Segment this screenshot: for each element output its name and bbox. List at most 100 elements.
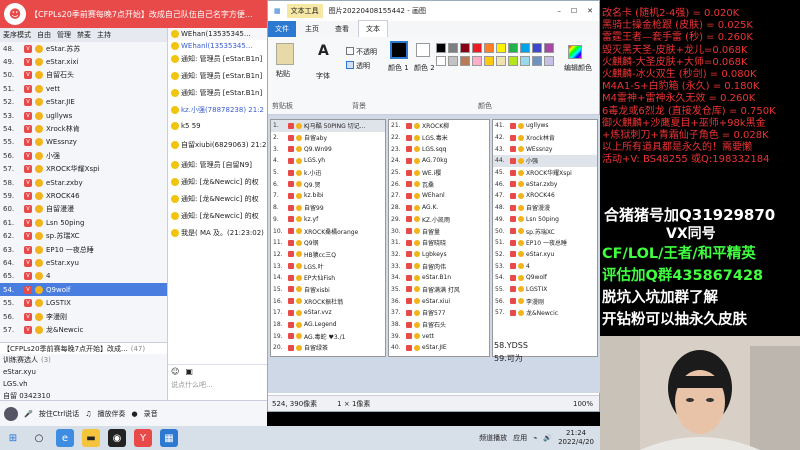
palette-swatch[interactable] [472,43,482,53]
palette-swatch[interactable] [544,56,554,66]
list-item[interactable]: 61. V Lsn 50ping [0,216,167,229]
room-item[interactable]: 训练赛选人 (3) [0,354,167,366]
volume-icon[interactable]: 🔊 [543,434,552,442]
edit-colors-button[interactable]: 编辑颜色 [564,63,594,73]
medal-icon [296,251,302,258]
ribbon-context-tab[interactable]: 文本工具 [286,4,323,18]
transparent-radio[interactable] [346,61,354,69]
tab-view[interactable]: 查看 [328,21,356,37]
mode-manage[interactable]: 管理 [57,30,71,40]
list-item-number: 56. [3,312,15,321]
music-button[interactable]: 播放伴奏 [97,409,125,419]
avatar[interactable] [4,406,18,421]
transparent-label: 透明 [356,62,370,70]
mic-mode-label[interactable]: 麦序模式 [3,30,31,40]
opaque-radio[interactable] [346,47,354,55]
list-item[interactable]: 53. Vugllyws [0,109,167,122]
list-item[interactable]: 64. VeStar.xyu [0,256,167,269]
palette-swatch[interactable] [532,56,542,66]
maximize-icon[interactable]: ☐ [571,7,577,15]
palette-swatch[interactable] [532,43,542,53]
paint-canvas[interactable]: 1. KJ马酷 50PING 切记... 2. 自留aby 3. Q9.Wn99 4. LGS… [268,115,601,393]
list-item[interactable]: 50. V 自留石头 [0,69,167,82]
list-item[interactable]: 65. V 4 [0,270,167,283]
room-item[interactable]: 【CFPLs20季前赛每晚7点开始】改成... (47) [0,342,167,354]
folder-icon[interactable]: ▬ [82,429,100,447]
list-item[interactable]: 56. V 李漫刚 [0,310,167,323]
palette-swatch[interactable] [448,43,458,53]
paste-button[interactable]: 粘贴 [276,69,290,79]
list-item[interactable]: 56. V 小强 [0,149,167,162]
palette-swatch[interactable] [520,56,530,66]
music-icon[interactable]: ♫ [85,410,91,418]
list-item[interactable]: 51. Vvett [0,82,167,95]
push-to-talk[interactable]: 按住Ctrl说话 [39,409,79,419]
edit-colors-icon[interactable] [568,45,582,59]
palette-swatch[interactable] [436,56,446,66]
tray-app[interactable]: 应用 [513,433,527,443]
search-icon[interactable]: ○ [30,429,48,447]
edge-icon[interactable]: e [56,429,74,447]
record-button[interactable]: 录音 [144,409,158,419]
paste-icon[interactable] [276,43,294,65]
yy-icon[interactable]: Y [134,429,152,447]
palette-swatch[interactable] [436,43,446,53]
palette-swatch[interactable] [508,56,518,66]
palette-swatch[interactable] [508,43,518,53]
list-item[interactable]: 59. V XROCK46 [0,189,167,202]
font-icon[interactable]: A [318,43,329,59]
list-item[interactable]: 49. VeStar.xixi [0,55,167,68]
palette-swatch[interactable] [496,43,506,53]
palette-swatch[interactable] [460,56,470,66]
list-item[interactable]: 52. VeStar.JIE [0,96,167,109]
emoji-icon[interactable]: ☺ [171,367,179,376]
minimize-icon[interactable]: – [557,7,561,15]
clock-time[interactable]: 21:24 [558,429,594,438]
medal-icon [35,44,43,53]
mode-free[interactable]: 自由 [37,30,51,40]
member-list[interactable]: 48. VeStar.苏苏 49. VeStar.xixi 50. V 自留石头 51. Vve… [0,42,167,342]
zoom-level[interactable]: 100% [573,400,599,408]
list-item[interactable]: 57. V 龙&Newcic [0,323,167,336]
palette-swatch[interactable] [484,56,494,66]
list-item[interactable]: 48. VeStar.苏苏 [0,42,167,55]
canvas-row: 5. k.小迅 [271,167,385,179]
list-item[interactable]: 54. V Xrock林肯 [0,122,167,135]
list-item[interactable]: 63. V EP10 一夜总睡 [0,243,167,256]
room-item[interactable]: LGS.vh [0,378,167,390]
record-icon[interactable]: ● [131,410,137,418]
palette-swatch[interactable] [460,43,470,53]
room-item[interactable]: eStar.xyu [0,366,167,378]
mode-mute[interactable]: 禁麦 [77,30,91,40]
list-item[interactable]: 62. Vsp.苏瑞XC [0,229,167,242]
tray-channel[interactable]: 频道播放 [479,433,507,443]
mic-icon[interactable]: 🎤 [24,410,33,418]
tab-file[interactable]: 文件 [268,21,296,37]
list-item[interactable]: 60. V 自留漫漫 [0,203,167,216]
start-icon[interactable]: ⊞ [4,429,22,447]
network-icon[interactable]: ⌁ [533,434,537,442]
list-item[interactable]: 54. V Q9wolf [0,283,167,297]
color1-swatch[interactable] [390,41,408,59]
tab-text[interactable]: 文本 [358,20,388,37]
clock-date[interactable]: 2022/4/20 [558,438,594,447]
obs-icon[interactable]: ◉ [108,429,126,447]
chat-input[interactable]: 说点什么吧... [168,378,269,392]
image-icon[interactable]: ▣ [185,367,193,376]
list-item[interactable]: 55. V WEssnzy [0,136,167,149]
palette-swatch[interactable] [472,56,482,66]
palette-swatch[interactable] [544,43,554,53]
tab-home[interactable]: 主页 [298,21,326,37]
close-icon[interactable]: ✕ [587,7,593,15]
palette-swatch[interactable] [484,43,494,53]
paint-icon[interactable]: ▦ [160,429,178,447]
color2-swatch[interactable] [416,43,430,57]
palette-swatch[interactable] [520,43,530,53]
list-item[interactable]: 57. V XROCK华耀Xspi [0,163,167,176]
list-item[interactable]: 58. VeStar.zxby [0,176,167,189]
list-item[interactable]: 55. V LGSTIX [0,296,167,309]
palette-swatch[interactable] [448,56,458,66]
palette-swatch[interactable] [496,56,506,66]
font-button[interactable]: 字体 [316,71,330,81]
mode-host[interactable]: 主持 [97,30,111,40]
